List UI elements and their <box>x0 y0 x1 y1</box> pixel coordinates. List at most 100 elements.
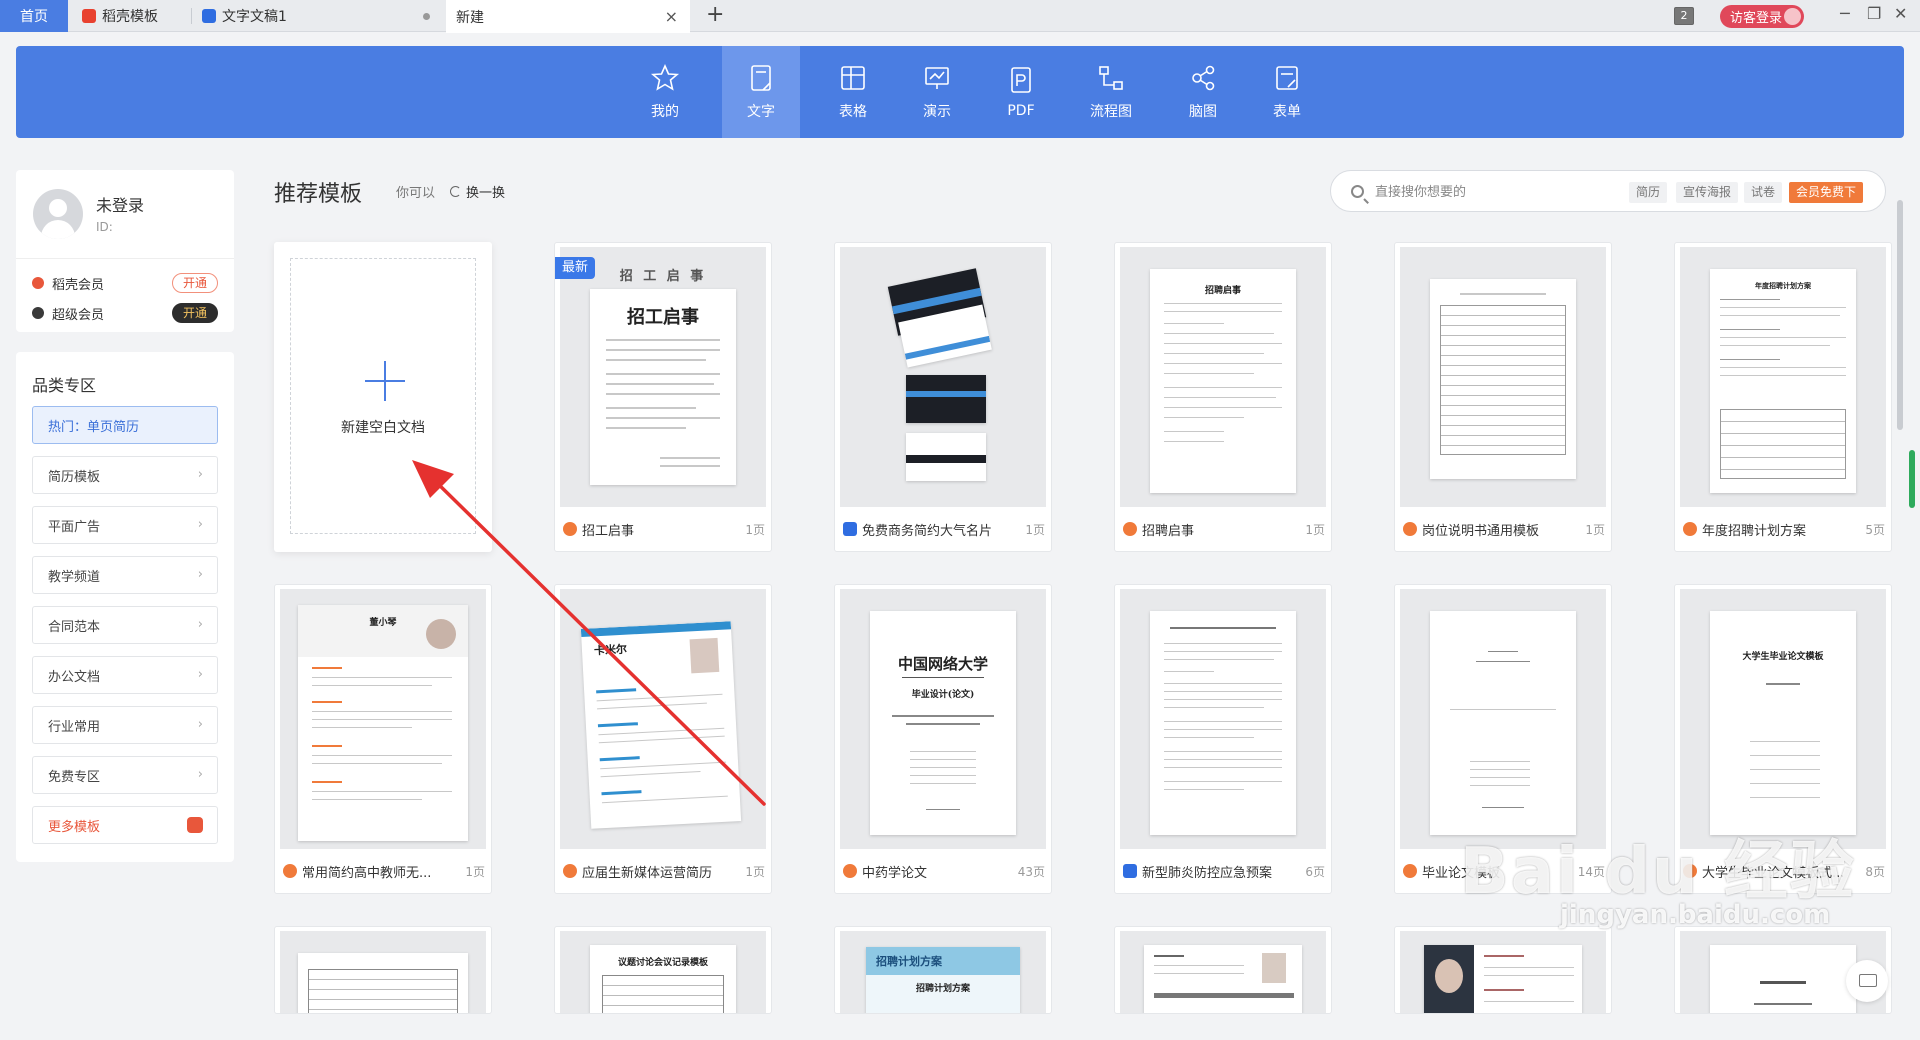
close-tab-icon[interactable]: × <box>665 7 678 26</box>
free-badge-icon <box>843 522 857 536</box>
template-thumbnail <box>1120 931 1326 1013</box>
daoke-logo-icon <box>1683 522 1697 536</box>
template-name: 常用简约高中教师无... <box>302 866 432 881</box>
category-form[interactable]: 表单 <box>1248 46 1326 138</box>
category-mindmap[interactable]: 脑图 <box>1164 46 1242 138</box>
chevron-right-icon: › <box>197 717 203 732</box>
login-status[interactable]: 未登录 <box>96 192 144 216</box>
daoke-logo-icon <box>82 9 96 23</box>
thumbnail-title: 招聘计划方案 <box>915 984 970 994</box>
thumbnail-title: 招工启事 <box>627 307 699 328</box>
category-label: 脑图 <box>1189 104 1217 120</box>
template-card[interactable] <box>274 926 492 1014</box>
search-input[interactable] <box>1375 181 1605 203</box>
template-thumbnail: 议题讨论会议记录模板 <box>560 931 766 1013</box>
template-card[interactable] <box>1114 926 1332 1014</box>
super-member-label: 超级会员 <box>52 307 105 323</box>
template-card[interactable]: 新型肺炎防控应急预案 6页 <box>1114 584 1332 894</box>
refresh-button[interactable]: 换一换 <box>450 182 505 201</box>
template-card[interactable]: 议题讨论会议记录模板 <box>554 926 772 1014</box>
category-presentation[interactable]: 演示 <box>898 46 976 138</box>
search-tag-resume[interactable]: 简历 <box>1629 182 1668 203</box>
daoke-member-row: 稻壳会员 开通 <box>32 273 218 293</box>
template-footer: 招工启事 1页 <box>555 513 771 545</box>
free-badge-icon <box>1123 864 1137 878</box>
daoke-member-icon <box>32 277 44 289</box>
daoke-member-label: 稻壳会员 <box>52 277 105 293</box>
template-card[interactable]: 中国网络大学 毕业设计(论文) 中药学论文 43页 <box>834 584 1052 894</box>
guest-login-label: 访客登录 <box>1730 11 1783 26</box>
search-tag-poster[interactable]: 宣传海报 <box>1676 182 1739 203</box>
sidebar-item-hot-resume[interactable]: 热门：单页简历 <box>32 406 218 444</box>
window-count-badge[interactable]: 2 <box>1674 7 1694 25</box>
tab-new[interactable]: 新建 × <box>446 0 690 33</box>
sidebar-item-industry[interactable]: 行业常用 › <box>32 706 218 744</box>
template-pages: 43页 <box>1017 865 1045 879</box>
category-pdf[interactable]: PDF <box>982 46 1060 138</box>
new-blank-document-label: 新建空白文档 <box>341 420 425 436</box>
sidebar-item-contracts[interactable]: 合同范本 › <box>32 606 218 644</box>
template-name: 年度招聘计划方案 <box>1702 524 1807 539</box>
template-search-box: 简历 宣传海报 试卷 会员免费下 <box>1330 170 1886 212</box>
category-label: 我的 <box>651 104 679 120</box>
category-spreadsheet[interactable]: 表格 <box>814 46 892 138</box>
template-card[interactable]: 卡米尔 应届生新媒体运营简历 1页 <box>554 584 772 894</box>
category-writer[interactable]: 文字 <box>722 46 800 138</box>
sidebar-item-label: 简历模板 <box>48 469 101 485</box>
sidebar-item-label: 合同范本 <box>48 619 101 635</box>
tab-document1[interactable]: 文字文稿1 <box>192 0 444 32</box>
new-tab-button[interactable]: + <box>706 0 724 32</box>
search-tag-exam[interactable]: 试卷 <box>1744 182 1783 203</box>
sidebar-item-teaching[interactable]: 教学频道 › <box>32 556 218 594</box>
template-pages: 1页 <box>745 523 765 537</box>
tab-daoke-templates[interactable]: 稻壳模板 <box>72 0 190 32</box>
template-pages: 1页 <box>745 865 765 879</box>
category-flowchart[interactable]: 流程图 <box>1072 46 1150 138</box>
template-footer: 新型肺炎防控应急预案 6页 <box>1115 855 1331 887</box>
category-label: PDF <box>1007 103 1035 119</box>
template-pages: 6页 <box>1305 865 1325 879</box>
sidebar-item-print-ads[interactable]: 平面广告 › <box>32 506 218 544</box>
guest-login-button[interactable]: 访客登录 <box>1720 5 1804 28</box>
avatar[interactable] <box>33 189 83 239</box>
tab-new-label: 新建 <box>456 9 484 26</box>
template-name: 免费商务简约大气名片 <box>862 524 993 539</box>
tab-document1-label: 文字文稿1 <box>222 9 287 25</box>
template-card[interactable]: 招聘启事 招聘启事 1页 <box>1114 242 1332 552</box>
feedback-chat-icon[interactable] <box>1846 960 1888 1002</box>
member-free-download-button[interactable]: 会员免费下 <box>1789 182 1864 203</box>
new-blank-document-card[interactable]: 新建空白文档 <box>274 242 492 552</box>
open-daoke-member-button[interactable]: 开通 <box>172 273 218 293</box>
sidebar-item-more-templates[interactable]: 更多模板 <box>32 806 218 844</box>
thumbnail-title: 中国网络大学 <box>897 655 988 673</box>
restore-icon[interactable]: ❐ <box>1867 4 1881 23</box>
template-name: 岗位说明书通用模板 <box>1422 524 1540 539</box>
tab-home[interactable]: 首页 <box>0 0 68 32</box>
template-card[interactable]: 董小琴 常用简约高中教师无... 1页 <box>274 584 492 894</box>
template-card[interactable]: 年度招聘计划方案 年度招聘计划方案 5页 <box>1674 242 1892 552</box>
template-card[interactable]: 招聘计划方案 招聘计划方案 <box>834 926 1052 1014</box>
template-footer: 中药学论文 43页 <box>835 855 1051 887</box>
template-card[interactable]: 岗位说明书通用模板 1页 <box>1394 242 1612 552</box>
category-zone-panel: 品类专区 热门：单页简历 简历模板 › 平面广告 › 教学频道 › 合同范本 › 办公文… <box>16 352 234 862</box>
template-card[interactable]: 免费商务简约大气名片 1页 <box>834 242 1052 552</box>
chevron-right-icon: › <box>197 617 203 632</box>
chevron-right-icon: › <box>197 567 203 582</box>
thumbnail-title: 议题讨论会议记录模板 <box>617 958 708 968</box>
minimize-icon[interactable]: ─ <box>1840 4 1850 23</box>
template-thumbnail <box>1400 247 1606 507</box>
template-card[interactable]: 最新 招 工 启 事 招工启事 招工启事 1页 <box>554 242 772 552</box>
open-super-member-button[interactable]: 开通 <box>172 303 218 323</box>
sidebar-item-office-docs[interactable]: 办公文档 › <box>32 656 218 694</box>
sidebar-item-free[interactable]: 免费专区 › <box>32 756 218 794</box>
super-member-row: 超级会员 开通 <box>32 303 218 323</box>
template-card[interactable] <box>1394 926 1612 1014</box>
close-window-icon[interactable]: ✕ <box>1894 4 1907 23</box>
search-icon[interactable] <box>1351 185 1364 198</box>
daoke-logo-icon <box>1403 522 1417 536</box>
vertical-scrollbar[interactable] <box>1897 200 1903 430</box>
refresh-label: 换一换 <box>466 186 506 201</box>
category-mine[interactable]: 我的 <box>626 46 704 138</box>
thumbnail-subtitle: 毕业设计(论文) <box>911 690 975 700</box>
sidebar-item-resume[interactable]: 简历模板 › <box>32 456 218 494</box>
